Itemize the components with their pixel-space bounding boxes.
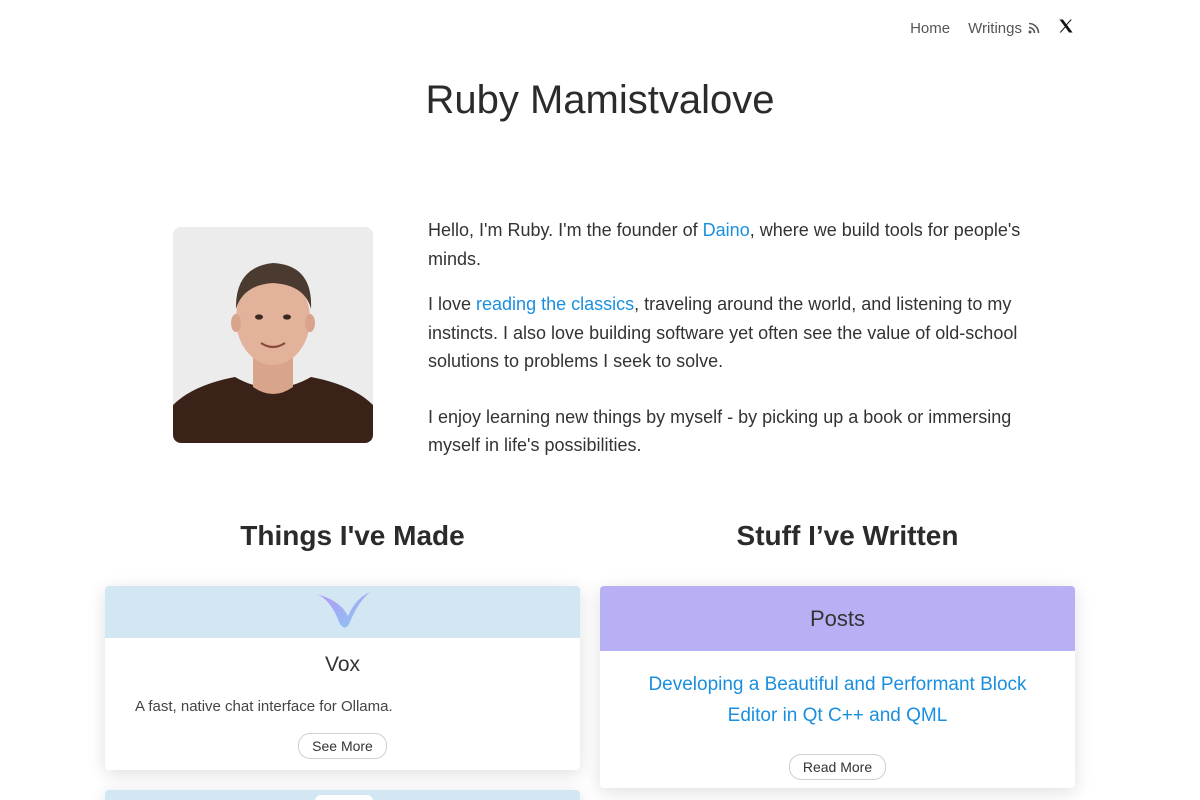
vox-logo-icon — [316, 592, 370, 628]
rss-icon — [1028, 22, 1040, 34]
bio: Hello, I'm Ruby. I'm the founder of Dain… — [428, 216, 1028, 477]
top-nav: Home Writings — [910, 18, 1074, 38]
post-title-link[interactable]: Developing a Beautiful and Performant Bl… — [640, 669, 1035, 731]
see-more-button[interactable]: See More — [298, 733, 387, 759]
nav-writings-link[interactable]: Writings — [968, 20, 1040, 37]
read-more-button[interactable]: Read More — [788, 754, 887, 780]
posts-card: Posts Developing a Beautiful and Perform… — [600, 586, 1075, 788]
reading-classics-link[interactable]: reading the classics — [476, 294, 634, 314]
stuff-written-heading: Stuff I’ve Written — [736, 520, 959, 551]
avatar — [173, 227, 373, 443]
page-title: Ruby Mamistvalove — [425, 78, 775, 122]
project-card-banner — [105, 586, 580, 638]
portrait-image — [173, 227, 373, 443]
project-description: A fast, native chat interface for Ollama… — [135, 698, 393, 715]
project-card-vox: Vox A fast, native chat interface for Ol… — [105, 586, 580, 770]
daino-link[interactable]: Daino — [703, 220, 750, 240]
x-link[interactable] — [1058, 18, 1074, 38]
bio-paragraph-2: I love reading the classics, traveling a… — [428, 294, 1018, 371]
posts-banner: Posts — [600, 586, 1075, 651]
things-made-heading: Things I've Made — [240, 520, 465, 551]
nav-home-link[interactable]: Home — [910, 20, 950, 37]
nav-writings-label: Writings — [968, 19, 1022, 37]
bio-paragraph-3: I enjoy learning new things by myself - … — [428, 406, 1012, 456]
x-logo-icon — [1059, 19, 1073, 33]
project-card-next — [105, 790, 580, 800]
bio-paragraph-1: Hello, I'm Ruby. I'm the founder of Dain… — [428, 220, 1021, 269]
project-name: Vox — [324, 653, 361, 676]
